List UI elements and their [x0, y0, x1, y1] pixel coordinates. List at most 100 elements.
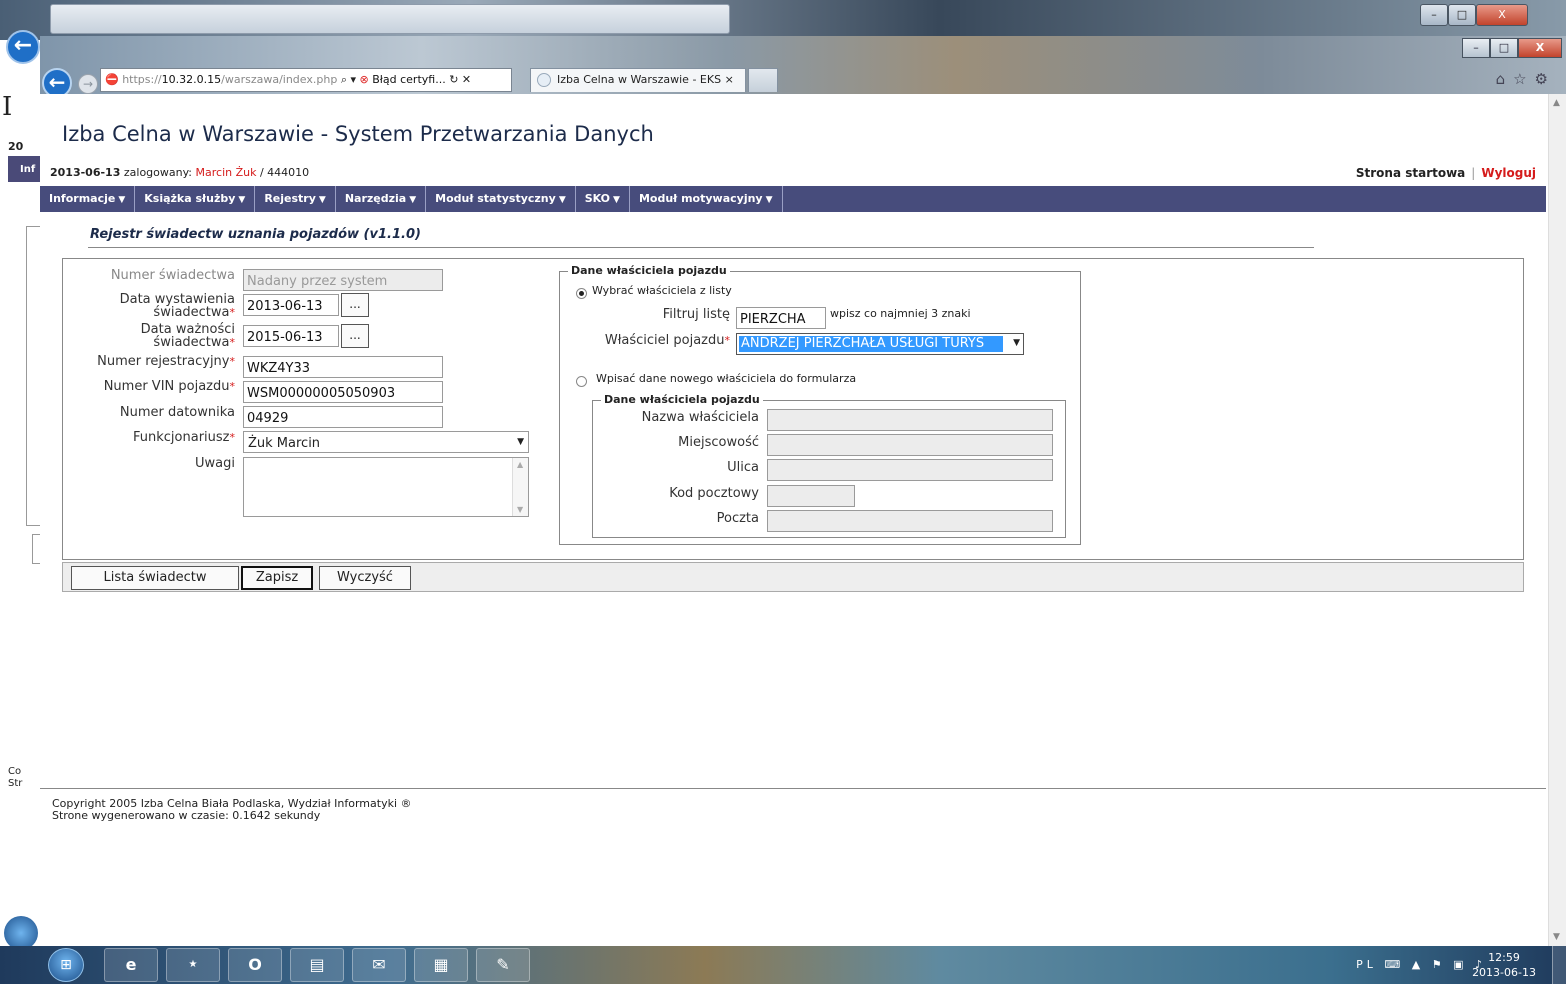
background-footer-line1: Co [8, 766, 22, 777]
nav-sko[interactable]: SKO ▼ [576, 186, 630, 212]
chevron-down-icon: ▼ [613, 195, 620, 205]
vin-input[interactable]: WSM00000005050903 [243, 381, 443, 403]
nav-label: Moduł statystyczny [435, 192, 556, 205]
background-back-icon[interactable]: ← [6, 30, 40, 64]
owner-select-label-text: Właściciel pojazdu [604, 333, 725, 348]
gear-icon[interactable]: ⚙ [1535, 70, 1556, 88]
user-name-link[interactable]: Marcin Żuk [196, 166, 257, 179]
page-viewport: Izba Celna w Warszawie - System Przetwar… [40, 94, 1566, 946]
tab-title: Izba Celna w Warszawie - EKS [557, 73, 722, 86]
address-bar[interactable]: ⛔ https://10.32.0.15/warszawa/index.php … [100, 68, 512, 92]
expiry-date-picker-button[interactable]: ... [341, 324, 369, 348]
flag-icon[interactable]: ⚑ [1432, 958, 1446, 971]
background-window-titlebar: – □ X [0, 0, 1566, 40]
dropdown-arrow-icon: ▼ [1013, 338, 1020, 348]
issue-date-label-line2: świadectwa [153, 305, 230, 320]
nav-modul-statystyczny[interactable]: Moduł statystyczny ▼ [426, 186, 576, 212]
browser-toolbar-icons: ⌂☆⚙ [1496, 70, 1556, 88]
owner-street-input [767, 459, 1053, 481]
cert-number-input: Nadany przez system [243, 269, 443, 291]
scroll-up-icon[interactable]: ▲ [1553, 98, 1560, 108]
internet-explorer-icon[interactable]: e [104, 948, 158, 982]
cert-error-icon[interactable]: ⊗ [360, 73, 369, 86]
expiry-date-input[interactable]: 2015-06-13 [243, 325, 339, 347]
start-page-link[interactable]: Strona startowa [1356, 166, 1465, 180]
owner-city-label: Miejscowość [678, 435, 759, 450]
language-indicator[interactable]: PL [1356, 958, 1377, 971]
filter-input[interactable]: PIERZCHA [736, 307, 826, 329]
windows-start-icon[interactable]: ⊞ [48, 948, 84, 982]
home-icon[interactable]: ⌂ [1496, 70, 1514, 88]
background-close-button[interactable]: X [1476, 4, 1528, 26]
chevron-down-icon: ▼ [409, 195, 417, 205]
new-tab-button[interactable] [748, 68, 778, 92]
thunderbird-icon[interactable]: ✉ [352, 948, 406, 982]
background-maximize-button[interactable]: □ [1448, 4, 1476, 26]
stamp-number-input[interactable]: 04929 [243, 406, 443, 428]
clear-button[interactable]: Wyczyść [319, 566, 411, 590]
scroll-down-icon[interactable]: ▼ [1553, 932, 1560, 942]
close-button[interactable]: X [1518, 38, 1562, 58]
maximize-button[interactable]: □ [1490, 38, 1518, 58]
background-minimize-button[interactable]: – [1420, 4, 1448, 26]
certificate-list-button[interactable]: Lista świadectw [71, 566, 239, 590]
user-id: / 444010 [259, 166, 310, 179]
paint-icon[interactable]: ✎ [476, 948, 530, 982]
vin-label: Numer VIN pojazdu* [63, 380, 235, 393]
nav-narzedzia[interactable]: Narzędzia ▼ [336, 186, 427, 212]
search-icon[interactable]: ⌕ ▾ [341, 73, 356, 86]
owner-postcode-label: Kod pocztowy [669, 486, 759, 501]
tray-expand-icon[interactable]: ▲ [1412, 958, 1424, 971]
clock[interactable]: 12:59 2013-06-13 [1472, 950, 1536, 980]
owner-new-radio[interactable] [576, 376, 587, 387]
owner-post-label: Poczta [716, 511, 759, 526]
mcc-app-icon[interactable]: ★ [166, 948, 220, 982]
notes-label: Uwagi [63, 457, 235, 470]
file-explorer-icon[interactable]: ▤ [290, 948, 344, 982]
outlook-icon[interactable]: O [228, 948, 282, 982]
minimize-button[interactable]: – [1462, 38, 1490, 58]
registration-input[interactable]: WKZ4Y33 [243, 356, 443, 378]
owner-from-list-label: Wybrać właściciela z listy [592, 284, 732, 297]
network-icon[interactable]: ▣ [1453, 958, 1467, 971]
browser-titlebar: – □ X ← → ⛔ https://10.32.0.15/warszawa/… [40, 36, 1566, 98]
nav-label: Informacje [49, 192, 116, 205]
app-title: Izba Celna w Warszawie - System Przetwar… [62, 122, 654, 146]
forward-arrow-icon[interactable]: → [78, 74, 98, 94]
save-button[interactable]: Zapisz [241, 566, 313, 590]
issue-date-picker-button[interactable]: ... [341, 293, 369, 317]
scroll-up-icon: ▲ [517, 460, 524, 469]
star-icon[interactable]: ☆ [1513, 70, 1534, 88]
required-mark: * [229, 355, 236, 368]
background-footer-line2: Str [8, 778, 23, 789]
notes-scrollbar[interactable]: ▲ ▼ [512, 458, 528, 516]
nav-label: Moduł motywacyjny [638, 192, 763, 205]
notes-textarea[interactable]: ▲ ▼ [243, 457, 529, 517]
nav-modul-motywacyjny[interactable]: Moduł motywacyjny ▼ [630, 186, 783, 212]
logout-link[interactable]: Wyloguj [1481, 166, 1536, 180]
browser-window: – □ X ← → ⛔ https://10.32.0.15/warszawa/… [40, 36, 1566, 946]
show-desktop-button[interactable] [1552, 946, 1566, 984]
officer-select[interactable]: Żuk Marcin ▼ [243, 431, 529, 453]
issue-date-input[interactable]: 2013-06-13 [243, 294, 339, 316]
document-editor-icon[interactable]: ▦ [414, 948, 468, 982]
refresh-icon[interactable]: ↻ [449, 73, 458, 86]
owner-from-list-radio[interactable] [576, 288, 587, 299]
tab-close-icon[interactable]: × [725, 73, 734, 86]
officer-label: Funkcjonariusz* [63, 431, 235, 444]
required-mark: * [229, 380, 236, 393]
nav-ksiazka-sluzby[interactable]: Książka służby ▼ [135, 186, 256, 212]
link-separator: | [1471, 166, 1476, 180]
filter-hint: wpisz co najmniej 3 znaki [830, 307, 971, 320]
nav-rejestry[interactable]: Rejestry ▼ [255, 186, 336, 212]
nav-informacje[interactable]: Informacje ▼ [40, 186, 136, 212]
owner-postcode-input [767, 485, 855, 507]
form-button-bar: Lista świadectw Zapisz Wyczyść [62, 562, 1524, 592]
stop-icon[interactable]: ✕ [462, 73, 471, 86]
page-scrollbar[interactable]: ▲ ▼ [1548, 94, 1566, 946]
background-page-initial: I [2, 92, 13, 122]
cert-error-label[interactable]: Błąd certyfi... [372, 73, 445, 86]
owner-select[interactable]: ANDRZEJ PIERZCHAŁA USŁUGI TURYS ▼ [736, 333, 1024, 355]
keyboard-icon[interactable]: ⌨ [1384, 958, 1404, 971]
browser-tab[interactable]: Izba Celna w Warszawie - EKS × [530, 68, 746, 92]
